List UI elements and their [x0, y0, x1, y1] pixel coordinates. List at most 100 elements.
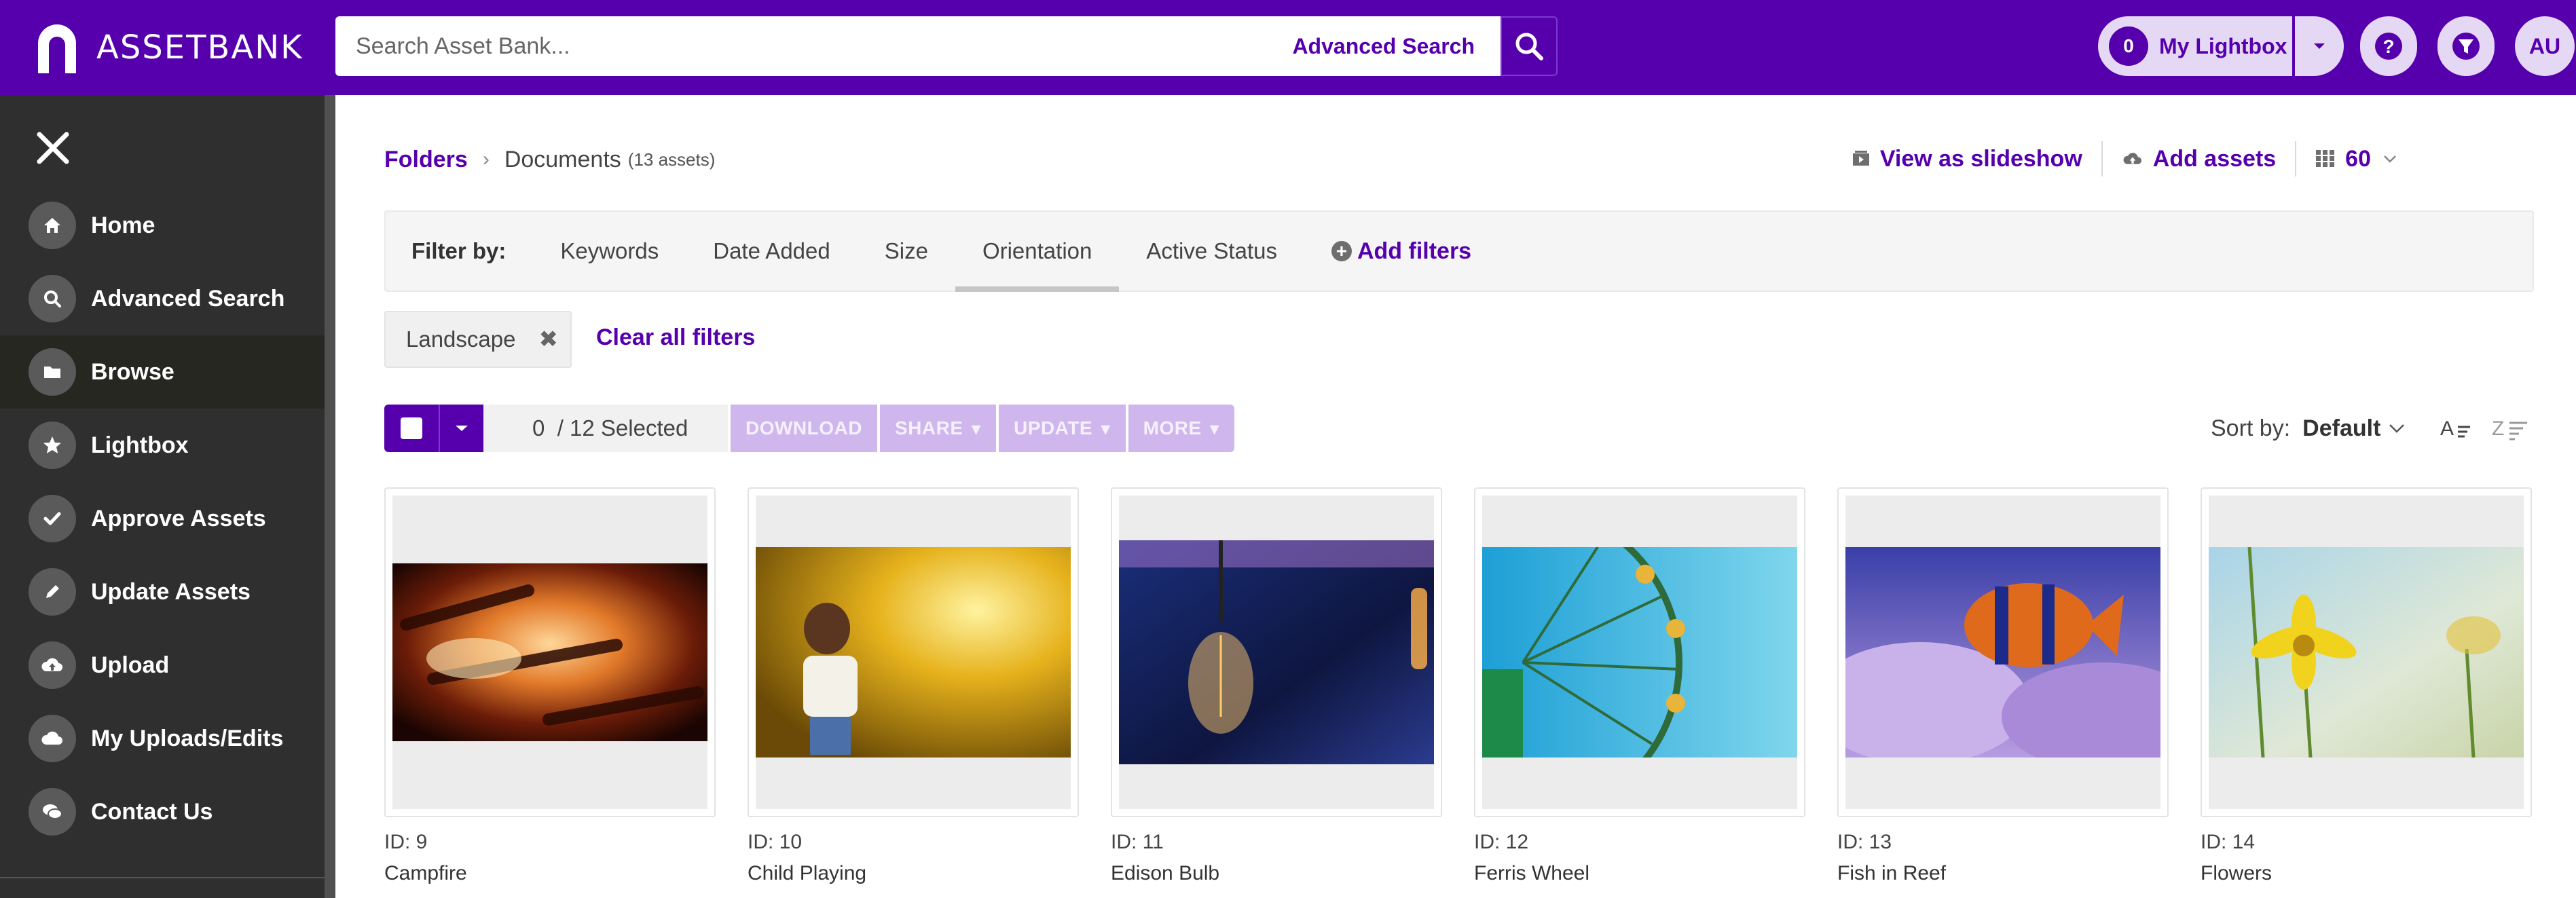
sidebar-item-label: Home: [91, 212, 155, 238]
user-initials: AU: [2528, 33, 2561, 58]
asset-title[interactable]: Ferris Wheel: [1474, 862, 1805, 885]
asset-id: ID: 9: [384, 831, 428, 853]
sort-ascending-icon[interactable]: A: [2440, 415, 2476, 442]
add-filters-label: Add filters: [1357, 238, 1472, 264]
asset-id: ID: 12: [1474, 831, 1529, 853]
caret-down-icon: [456, 426, 468, 431]
lightbox-count-badge: 0: [2109, 26, 2148, 66]
sort-descending-icon[interactable]: Z: [2492, 415, 2530, 442]
filter-by-label: Filter by:: [411, 238, 507, 263]
campfire-image: [392, 563, 707, 741]
logo[interactable]: ASSETBANK: [34, 20, 303, 75]
lightbox-dropdown-button[interactable]: [2295, 16, 2344, 76]
ferris-wheel-image: [1482, 547, 1797, 757]
asset-id: ID: 13: [1837, 831, 1892, 853]
search-input[interactable]: [335, 16, 1293, 76]
update-button[interactable]: UPDATE ▾: [999, 405, 1126, 452]
asset-id: ID: 11: [1111, 831, 1164, 853]
sidebar-item-label: Contact Us: [91, 798, 213, 825]
sidebar-item-upload[interactable]: Upload: [0, 629, 325, 702]
asset-thumbnail[interactable]: [748, 487, 1079, 817]
asset-title[interactable]: Edison Bulb: [1111, 862, 1442, 885]
svg-text:Z: Z: [2492, 417, 2504, 440]
sidebar-item-label: Advanced Search: [91, 285, 285, 312]
add-assets-button[interactable]: Add assets: [2103, 146, 2295, 172]
search-icon: [29, 275, 76, 322]
advanced-search-link[interactable]: Advanced Search: [1292, 34, 1501, 59]
my-lightbox-button[interactable]: 0 My Lightbox: [2098, 16, 2292, 76]
filter-tab-keywords[interactable]: Keywords: [533, 212, 686, 291]
add-filters-button[interactable]: + Add filters: [1304, 212, 1471, 291]
asset-count: (13 assets): [627, 149, 716, 170]
asset-title[interactable]: Child Playing: [748, 862, 1079, 885]
page-size-selector[interactable]: 60: [2296, 146, 2416, 172]
more-button[interactable]: MORE ▾: [1128, 405, 1235, 452]
sort-direction: A Z: [2440, 415, 2530, 442]
svg-text:A: A: [2440, 417, 2454, 440]
top-bar: ASSETBANK Advanced Search 0 My Lightbox …: [0, 0, 2576, 95]
fish-in-reef-image: [1845, 547, 2160, 757]
caret-down-icon: ▾: [1101, 417, 1111, 439]
filter-tab-active-status[interactable]: Active Status: [1119, 212, 1304, 291]
sort-value[interactable]: Default: [2302, 415, 2380, 442]
asset-title[interactable]: Fish in Reef: [1837, 862, 2169, 885]
filter-button[interactable]: [2437, 16, 2495, 76]
caret-down-icon: ▾: [1209, 417, 1220, 439]
selected-count-value: 0: [532, 415, 545, 441]
help-button[interactable]: ?: [2360, 16, 2417, 76]
cloud-upload-icon: [29, 641, 76, 689]
asset-title[interactable]: Flowers: [2201, 862, 2532, 885]
caret-down-icon: ▾: [971, 417, 982, 439]
selection-toolbar: 0 / 12 Selected DOWNLOAD SHARE ▾ UPDATE ▾ …: [384, 405, 1235, 452]
home-icon: [29, 202, 76, 249]
sidebar-item-browse[interactable]: Browse: [0, 335, 325, 409]
sidebar-item-update-assets[interactable]: Update Assets: [0, 555, 325, 629]
sidebar-item-my-uploads[interactable]: My Uploads/Edits: [0, 702, 325, 775]
view-slideshow-button[interactable]: View as slideshow: [1833, 146, 2101, 172]
download-button[interactable]: DOWNLOAD: [731, 405, 877, 452]
asset-card[interactable]: ID: 10 Child Playing: [748, 487, 1079, 885]
active-filter-chip: Landscape ✖: [384, 311, 572, 368]
asset-thumbnail[interactable]: [1111, 487, 1442, 817]
sidebar-divider: [0, 877, 325, 878]
asset-card[interactable]: ID: 12 Ferris Wheel: [1474, 487, 1805, 885]
checkbox-box: [401, 417, 422, 439]
asset-card[interactable]: ID: 13 Fish in Reef: [1837, 487, 2169, 885]
asset-card[interactable]: ID: 9 Campfire: [384, 487, 716, 885]
search-button[interactable]: [1501, 16, 1558, 76]
chevron-right-icon: ›: [482, 148, 490, 170]
sidebar-item-advanced-search[interactable]: Advanced Search: [0, 262, 325, 335]
sidebar-item-approve-assets[interactable]: Approve Assets: [0, 482, 325, 555]
asset-card[interactable]: ID: 14 Flowers: [2201, 487, 2532, 885]
asset-thumbnail[interactable]: [2201, 487, 2532, 817]
asset-thumbnail[interactable]: [384, 487, 716, 817]
share-button[interactable]: SHARE ▾: [879, 405, 997, 452]
close-sidebar-button[interactable]: [34, 129, 72, 167]
remove-filter-icon[interactable]: ✖: [538, 326, 558, 353]
filter-tab-size[interactable]: Size: [858, 212, 955, 291]
sidebar-item-contact-us[interactable]: Contact Us: [0, 775, 325, 848]
asset-thumbnail[interactable]: [1837, 487, 2169, 817]
sidebar-scrollbar[interactable]: [325, 95, 335, 898]
grid-icon: [2316, 150, 2335, 167]
filter-tab-orientation[interactable]: Orientation: [955, 212, 1120, 292]
select-dropdown-button[interactable]: [439, 405, 483, 452]
sidebar-item-home[interactable]: Home: [0, 189, 325, 262]
user-avatar[interactable]: AU: [2515, 16, 2575, 76]
asset-thumbnail[interactable]: [1474, 487, 1805, 817]
sidebar-item-lightbox[interactable]: Lightbox: [0, 409, 325, 482]
asset-card[interactable]: ID: 11 Edison Bulb: [1111, 487, 1442, 885]
asset-title[interactable]: Campfire: [384, 862, 716, 885]
chevron-down-icon: [2389, 424, 2405, 433]
breadcrumb: Folders › Documents (13 assets): [384, 143, 715, 176]
pencil-icon: [29, 568, 76, 616]
filter-icon: [2452, 33, 2480, 60]
sidebar-item-label: Update Assets: [91, 578, 251, 605]
filter-tab-date-added[interactable]: Date Added: [686, 212, 857, 291]
folder-icon: [29, 348, 76, 396]
page-size-value: 60: [2345, 145, 2371, 172]
breadcrumb-folders-link[interactable]: Folders: [384, 147, 468, 173]
clear-all-filters-link[interactable]: Clear all filters: [596, 324, 755, 351]
search-icon: [1515, 33, 1543, 60]
select-all-checkbox[interactable]: [384, 405, 439, 452]
